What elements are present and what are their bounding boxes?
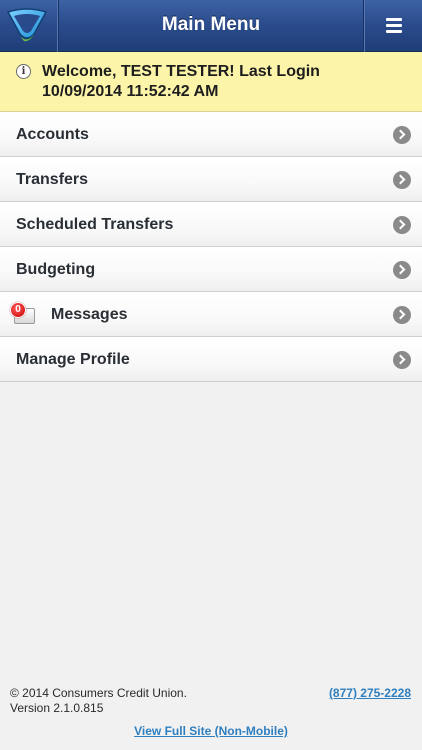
chevron-right-icon bbox=[393, 306, 411, 324]
menu-item-transfers[interactable]: Transfers bbox=[0, 157, 422, 202]
menu-item-scheduled-transfers[interactable]: Scheduled Transfers bbox=[0, 202, 422, 247]
chevron-right-icon bbox=[393, 171, 411, 189]
main-menu-list: Accounts Transfers Scheduled Transfers B… bbox=[0, 112, 422, 382]
page-title: Main Menu bbox=[161, 14, 261, 35]
copyright-text: © 2014 Consumers Credit Union. bbox=[10, 686, 187, 700]
phone-link[interactable]: (877) 275-2228 bbox=[329, 686, 411, 701]
chevron-right-icon bbox=[393, 216, 411, 234]
chevron-right-icon bbox=[393, 126, 411, 144]
welcome-line: Welcome, TEST TESTER! Last Login bbox=[42, 63, 320, 80]
chevron-right-icon bbox=[393, 351, 411, 369]
chevron-right-icon bbox=[393, 261, 411, 279]
menu-item-label: Accounts bbox=[16, 126, 89, 143]
envelope-icon: 0 bbox=[10, 302, 36, 328]
logo-button[interactable] bbox=[0, 0, 59, 52]
menu-item-label: Manage Profile bbox=[16, 351, 130, 368]
menu-item-manage-profile[interactable]: Manage Profile bbox=[0, 337, 422, 382]
welcome-message: Welcome, TEST TESTER! Last Login 10/09/2… bbox=[42, 62, 412, 102]
welcome-banner: i Welcome, TEST TESTER! Last Login 10/09… bbox=[0, 52, 422, 112]
menu-item-label: Scheduled Transfers bbox=[16, 216, 174, 233]
menu-item-messages[interactable]: 0 Messages bbox=[0, 292, 422, 337]
footer-info: © 2014 Consumers Credit Union. Version 2… bbox=[10, 686, 187, 716]
view-full-site-link[interactable]: View Full Site (Non-Mobile) bbox=[0, 724, 422, 739]
last-login-line: 10/09/2014 11:52:42 AM bbox=[42, 83, 219, 100]
info-icon: i bbox=[16, 64, 31, 79]
header-bar: Main Menu bbox=[0, 0, 422, 52]
menu-item-accounts[interactable]: Accounts bbox=[0, 112, 422, 157]
logo-icon bbox=[6, 8, 48, 42]
menu-item-budgeting[interactable]: Budgeting bbox=[0, 247, 422, 292]
menu-item-label: Transfers bbox=[16, 171, 89, 188]
version-text: Version 2.1.0.815 bbox=[10, 701, 104, 715]
menu-button[interactable] bbox=[363, 0, 422, 52]
menu-item-label: Budgeting bbox=[16, 261, 96, 278]
message-count-badge: 0 bbox=[10, 302, 26, 318]
menu-item-label: Messages bbox=[51, 306, 128, 323]
